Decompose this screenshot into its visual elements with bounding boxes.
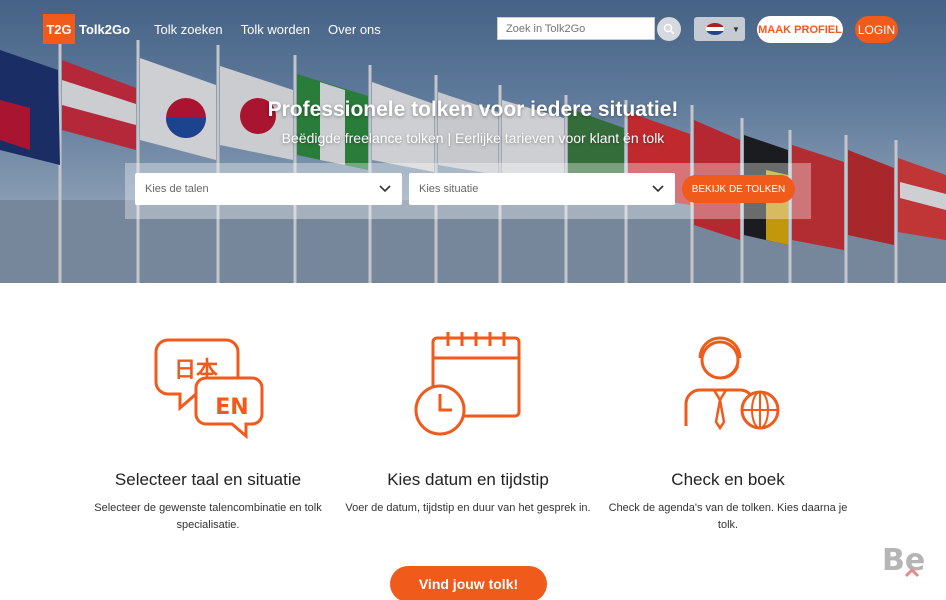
feature-text: Selecteer de gewenste talencombinatie en…: [94, 502, 322, 531]
situation-select[interactable]: Kies situatie: [409, 173, 675, 205]
logo-text: Tolk2Go: [79, 21, 131, 37]
feature-text: Voer de datum, tijdstip en duur van het …: [345, 502, 591, 514]
svg-text:Be: Be: [882, 543, 925, 578]
login-button[interactable]: LOGIN: [855, 16, 898, 43]
main-nav: Tolk zoeken Tolk worden Over ons: [154, 22, 399, 37]
feature-check-book: Check en boek Check de agenda's van de t…: [603, 330, 853, 534]
nav-link-tolk-worden[interactable]: Tolk worden: [241, 22, 310, 37]
calendar-clock-icon: [414, 332, 521, 436]
search-icon: [663, 23, 675, 35]
feature-title: Check en boek: [671, 470, 785, 489]
chevron-down-icon: [379, 185, 391, 193]
feature-choose-date: Kies datum en tijdstip Voer de datum, ti…: [343, 330, 593, 517]
watermark-logo: Be: [882, 543, 925, 578]
english-glyphs: EN: [215, 395, 248, 420]
situation-select-label: Kies situatie: [419, 183, 479, 195]
search-filter-bar: Kies de talen Kies situatie BEKIJK DE TO…: [125, 163, 811, 219]
hero-subtitle: Beëdigde freelance tolken | Eerlijke tar…: [281, 130, 665, 146]
japanese-glyphs: 日本: [174, 358, 218, 383]
chevron-down-icon: [652, 185, 664, 193]
feature-select-language: 日本 EN Selecteer taal en situatie Selecte…: [83, 330, 333, 534]
dutch-flag-icon: [706, 23, 724, 35]
nav-link-over-ons[interactable]: Over ons: [328, 22, 381, 37]
language-select[interactable]: Kies de talen: [135, 173, 402, 205]
language-select-label: Kies de talen: [145, 183, 209, 195]
logo[interactable]: T2G Tolk2Go: [43, 14, 130, 44]
language-selector[interactable]: ▼: [694, 17, 745, 41]
nav-link-tolk-zoeken[interactable]: Tolk zoeken: [154, 22, 223, 37]
find-interpreter-cta-button[interactable]: Vind jouw tolk!: [390, 566, 547, 600]
search-input[interactable]: [497, 17, 655, 40]
feature-text: Check de agenda's van de tolken. Kies da…: [608, 502, 848, 531]
feature-title: Selecteer taal en situatie: [114, 470, 302, 489]
translation-bubbles-icon: 日本 EN: [154, 338, 264, 440]
create-profile-button[interactable]: MAAK PROFIEL: [757, 16, 843, 43]
caret-down-icon: ▼: [732, 24, 740, 34]
feature-title: Kies datum en tijdstip: [387, 470, 549, 489]
hero-title: Professionele tolken voor iedere situati…: [267, 98, 679, 121]
interpreter-globe-icon: [684, 336, 780, 431]
logo-badge: T2G: [43, 14, 75, 44]
find-interpreters-button[interactable]: BEKIJK DE TOLKEN: [682, 175, 795, 203]
search-button[interactable]: [657, 17, 681, 41]
